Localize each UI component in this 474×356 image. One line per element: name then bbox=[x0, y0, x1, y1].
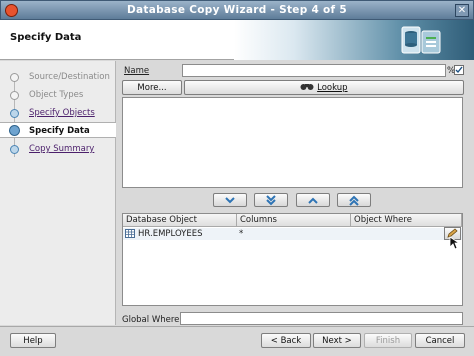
step-copy-summary[interactable]: Copy Summary bbox=[0, 141, 116, 157]
step-specify-objects[interactable]: Specify Objects bbox=[0, 105, 116, 121]
step-link-icon bbox=[10, 145, 19, 154]
column-header-columns[interactable]: Columns bbox=[237, 214, 351, 227]
next-button[interactable]: Next > bbox=[313, 333, 361, 348]
step-label: Source/Destination bbox=[29, 72, 110, 82]
step-done-icon bbox=[10, 91, 19, 100]
available-objects-list[interactable] bbox=[122, 97, 463, 188]
step-current-icon bbox=[9, 125, 20, 136]
table-row[interactable]: HR.EMPLOYEES * bbox=[123, 228, 462, 240]
database-illustration-icon bbox=[401, 26, 441, 54]
page-title: Specify Data bbox=[10, 32, 82, 43]
double-chevron-down-icon bbox=[266, 195, 276, 206]
chevron-up-icon bbox=[308, 197, 318, 204]
column-header-object-where[interactable]: Object Where bbox=[351, 214, 462, 227]
move-all-up-button[interactable] bbox=[337, 193, 371, 207]
checkmark-icon bbox=[455, 66, 463, 74]
name-label: Name bbox=[124, 66, 150, 76]
double-chevron-up-icon bbox=[349, 195, 359, 206]
move-all-down-button[interactable] bbox=[254, 193, 288, 207]
step-label: Object Types bbox=[29, 90, 84, 100]
close-icon[interactable]: ✕ bbox=[455, 4, 469, 17]
window-title: Database Copy Wizard - Step 4 of 5 bbox=[127, 4, 347, 16]
column-header-database-object[interactable]: Database Object bbox=[123, 214, 237, 227]
wizard-header: Specify Data bbox=[0, 20, 474, 60]
title-bar: Database Copy Wizard - Step 4 of 5 ✕ bbox=[0, 0, 474, 20]
name-input[interactable] bbox=[182, 64, 446, 77]
step-done-icon bbox=[10, 73, 19, 82]
table-icon bbox=[125, 229, 135, 238]
step-object-types[interactable]: Object Types bbox=[0, 87, 116, 103]
step-link-icon bbox=[10, 109, 19, 118]
cancel-button[interactable]: Cancel bbox=[415, 333, 465, 348]
footer-divider bbox=[0, 326, 474, 327]
step-source-destination[interactable]: Source/Destination bbox=[0, 69, 116, 85]
global-where-label: Global Where: bbox=[122, 315, 183, 325]
binoculars-icon bbox=[300, 84, 314, 90]
cell-columns: * bbox=[239, 229, 244, 239]
selected-objects-table[interactable]: Database Object Columns Object Where HR.… bbox=[122, 213, 463, 306]
header-banner bbox=[234, 20, 474, 60]
mouse-cursor-icon bbox=[449, 236, 461, 250]
chevron-down-icon bbox=[225, 197, 235, 204]
more-button[interactable]: More... bbox=[122, 80, 182, 95]
back-button[interactable]: < Back bbox=[261, 333, 311, 348]
wildcard-checkbox[interactable] bbox=[454, 65, 464, 75]
lookup-button[interactable]: Lookup bbox=[184, 80, 464, 95]
step-specify-data[interactable]: Specify Data bbox=[0, 122, 116, 138]
step-label: Copy Summary bbox=[29, 144, 95, 154]
wizard-steps-sidebar: Source/Destination Object Types Specify … bbox=[0, 61, 116, 325]
step-label: Specify Objects bbox=[29, 108, 95, 118]
cell-database-object: HR.EMPLOYEES bbox=[138, 229, 203, 239]
help-button[interactable]: Help bbox=[10, 333, 56, 348]
finish-button[interactable]: Finish bbox=[364, 333, 412, 348]
move-down-button[interactable] bbox=[213, 193, 247, 207]
global-where-input[interactable] bbox=[180, 312, 463, 325]
lookup-label: Lookup bbox=[317, 83, 348, 93]
move-up-button[interactable] bbox=[296, 193, 330, 207]
step-label: Specify Data bbox=[29, 126, 90, 136]
